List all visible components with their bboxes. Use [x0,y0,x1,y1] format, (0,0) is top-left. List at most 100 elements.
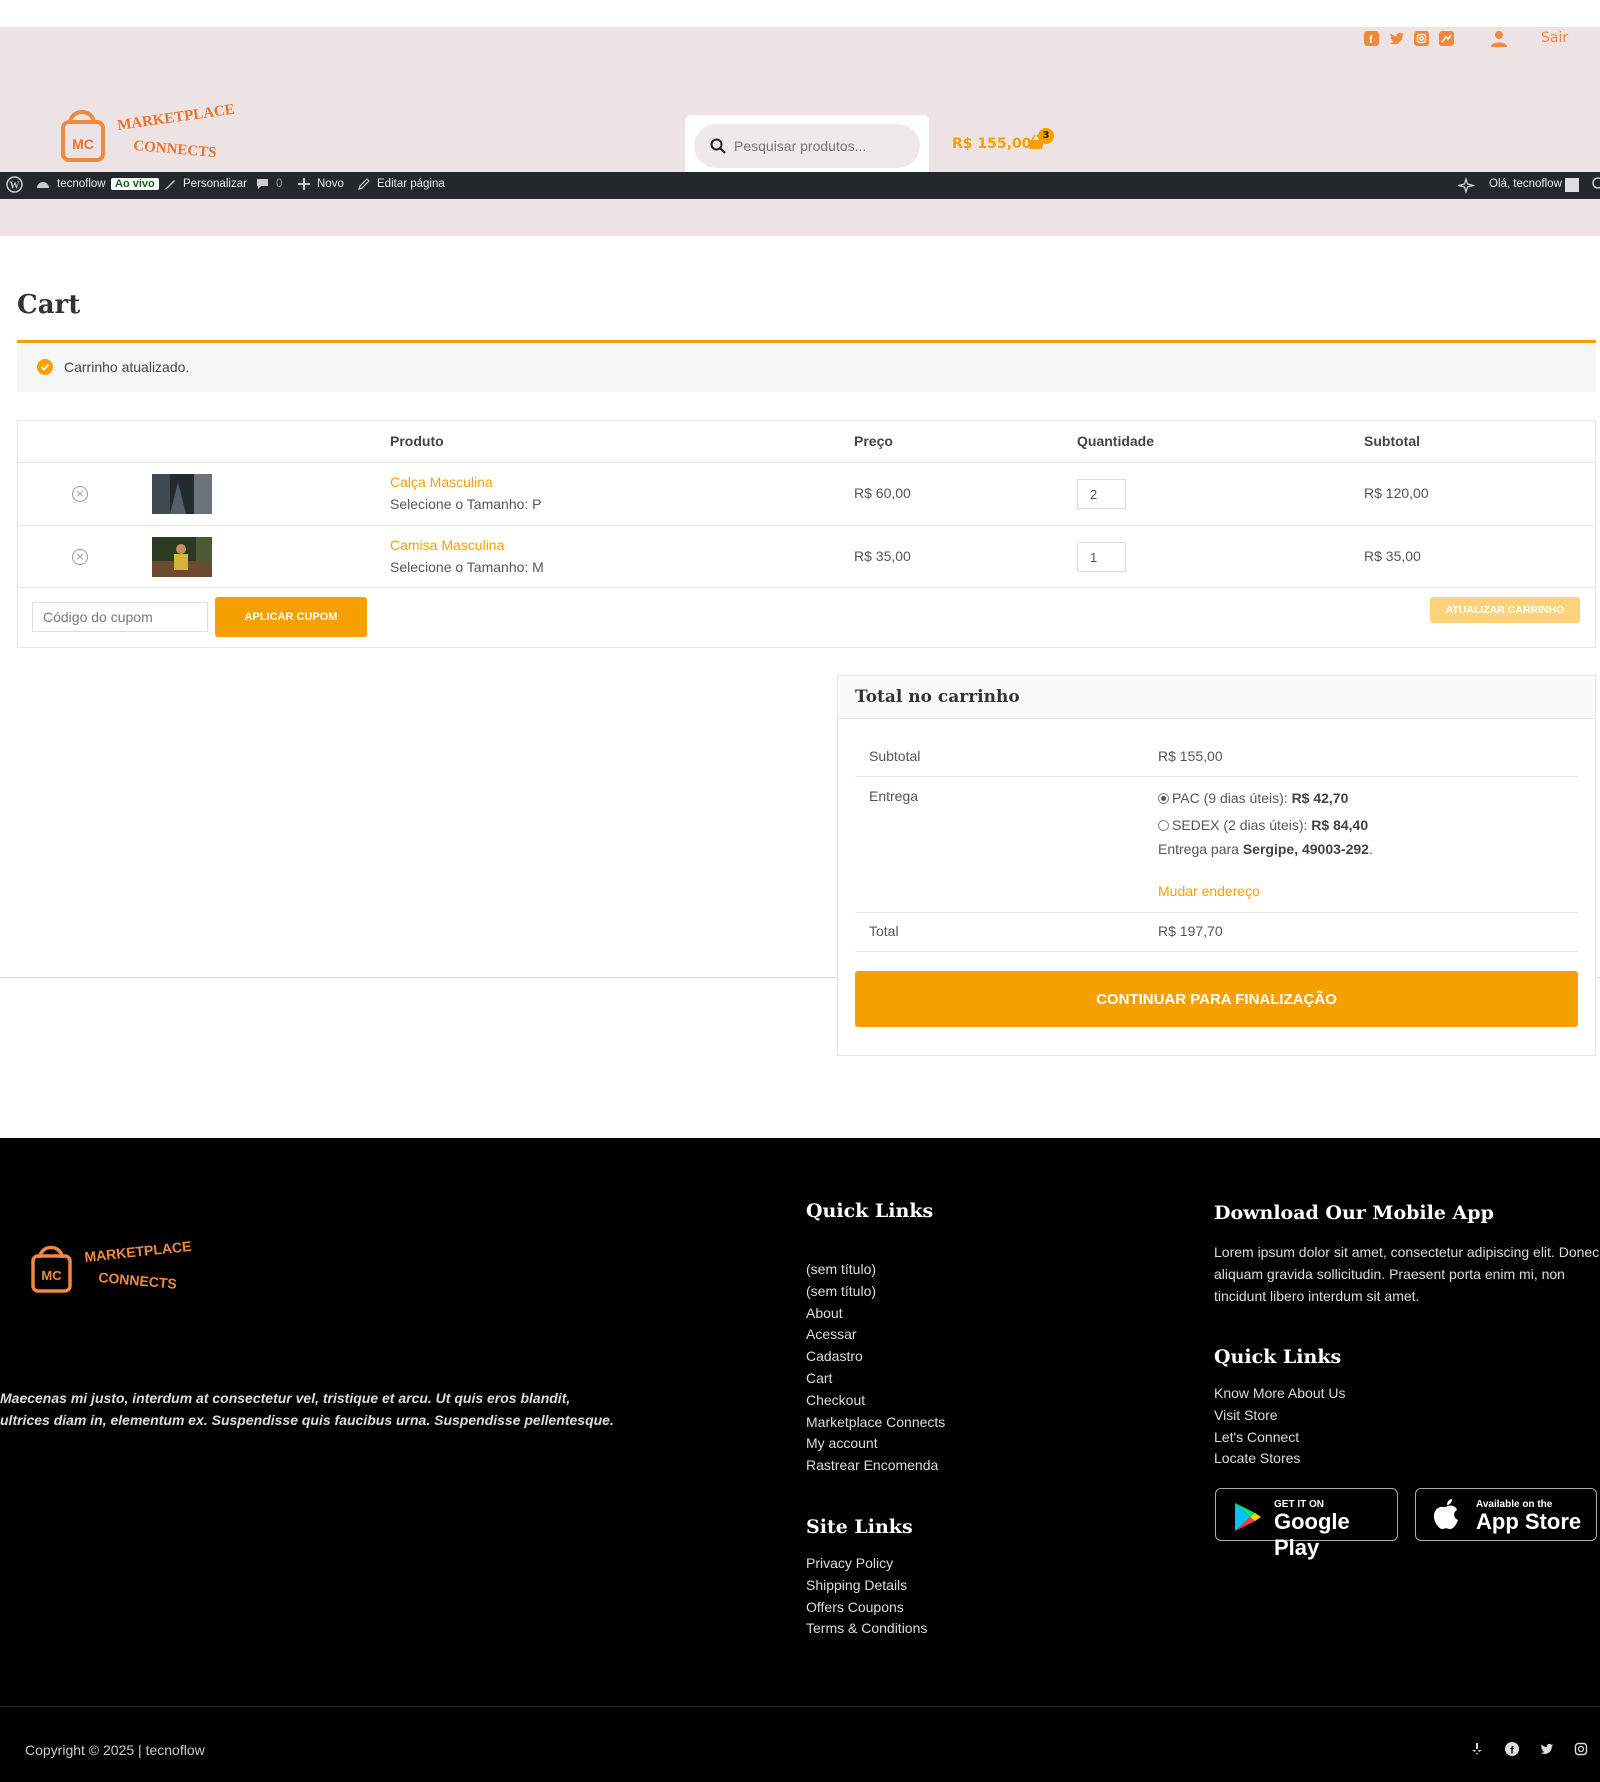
col-subtotal: Subtotal [1364,433,1420,449]
footer-logo-mark: MC [41,1268,62,1283]
search-icon[interactable] [710,138,726,158]
quick-link[interactable]: Checkout [806,1390,945,1412]
quick-link[interactable]: Acessar [806,1324,945,1346]
quick-link[interactable]: Cart [806,1368,945,1390]
remove-item-icon[interactable]: × [72,549,88,565]
shipping-option-sedex[interactable]: SEDEX (2 dias úteis): R$ 84,40 [1158,817,1368,833]
product-price: R$ 35,00 [854,548,911,564]
plus-icon[interactable] [298,178,310,191]
quick-link[interactable]: Marketplace Connects [806,1412,945,1434]
product-thumbnail[interactable] [152,474,212,514]
admin-greeting[interactable]: Olá, tecnoflow [1489,178,1562,190]
live-badge: Ao vivo [111,178,159,190]
admin-new[interactable]: Novo [317,178,344,190]
google-play-big: Google Play [1274,1509,1350,1560]
dashboard-icon [36,178,50,192]
app-store-button[interactable]: Available on the App Store [1415,1488,1597,1541]
app-title: Download Our Mobile App [1214,1202,1494,1224]
table-row: × Camisa Masculina Selecione o Tamanho: … [18,525,1595,588]
quick-link[interactable]: Rastrear Encomenda [806,1455,945,1477]
totals-separator [855,951,1578,952]
quick-link[interactable]: Know More About Us [1214,1383,1346,1405]
quick-link[interactable]: Let's Connect [1214,1427,1346,1449]
admin-site-name[interactable]: tecnoflow [57,178,106,190]
facebook-icon[interactable]: f [1364,31,1379,46]
quick-link[interactable]: Cadastro [806,1346,945,1368]
product-thumbnail[interactable] [152,537,212,577]
twitter-icon[interactable] [1389,31,1405,46]
wordpress-icon[interactable]: W [6,176,23,194]
product-variation: Selecione o Tamanho: P [390,496,542,512]
yelp-icon[interactable] [1470,1742,1484,1756]
site-link[interactable]: Privacy Policy [806,1553,927,1575]
product-subtotal: R$ 35,00 [1364,548,1421,564]
header-cart-total[interactable]: R$ 155,00 [952,136,1031,152]
admin-search-icon[interactable] [1591,177,1600,192]
admin-edit-page[interactable]: Editar página [377,178,445,190]
quick-link[interactable]: My account [806,1433,945,1455]
quantity-input[interactable] [1077,542,1126,572]
quick-link[interactable]: Visit Store [1214,1405,1346,1427]
footer-logo[interactable]: MC MARKETPLACE CONNECTS [30,1238,200,1306]
dest-value: Sergipe, 49003-292 [1242,841,1369,857]
pac-label: PAC (9 dias úteis): [1172,790,1292,806]
quick-links-title: Quick Links [806,1200,934,1222]
search-box [694,124,920,168]
remove-item-icon[interactable]: × [72,486,88,502]
svg-text:f: f [1369,34,1373,46]
comment-icon[interactable] [256,178,269,191]
site-link[interactable]: Terms & Conditions [806,1618,927,1640]
quick-links2-title: Quick Links [1214,1346,1342,1368]
apply-coupon-button[interactable]: APLICAR CUPOM [215,597,367,637]
col-quantity: Quantidade [1077,433,1155,449]
admin-avatar[interactable] [1565,178,1579,192]
coupon-code-input[interactable] [32,602,208,632]
cart-totals-header: Total no carrinho [838,676,1595,719]
site-link[interactable]: Shipping Details [806,1575,927,1597]
site-links-title: Site Links [806,1516,913,1538]
change-address-text[interactable]: Mudar endereço [1158,883,1260,899]
site-logo[interactable]: MC MARKETPLACE CONNECTS [58,102,238,174]
quick-link[interactable]: (sem título) [806,1259,945,1281]
totals-separator [855,912,1578,913]
quick-links-list: (sem título) (sem título) About Acessar … [806,1259,945,1477]
instagram-icon[interactable] [1414,31,1429,46]
product-name-link[interactable]: Calça Masculina [390,474,493,490]
footer-facebook-icon[interactable]: f [1505,1742,1519,1757]
update-cart-button[interactable]: ATUALIZAR CARRINHO [1430,597,1580,623]
site-link[interactable]: Offers Coupons [806,1597,927,1619]
logout-link[interactable]: Sair [1541,30,1568,46]
dest-suffix: . [1368,841,1373,857]
shipping-option-pac[interactable]: PAC (9 dias úteis): R$ 42,70 [1158,790,1348,806]
cart-table: Produto Preço Quantidade Subtotal × Calç… [17,420,1596,648]
apple-icon [1432,1498,1460,1535]
quantity-input[interactable] [1077,479,1126,509]
site-links-list: Privacy Policy Shipping Details Offers C… [806,1553,927,1640]
footer-instagram-icon[interactable] [1574,1742,1588,1756]
dest-prefix: Entrega para [1158,841,1243,857]
quick-link[interactable]: (sem título) [806,1281,945,1303]
sparkle-icon[interactable] [1456,176,1476,195]
proceed-to-checkout-button[interactable]: CONTINUAR PARA FINALIZAÇÃO [855,971,1578,1027]
footer-description: Maecenas mi justo, interdum at consectet… [0,1390,614,1428]
sedex-label: SEDEX (2 dias úteis): [1172,817,1312,833]
quick-link[interactable]: Locate Stores [1214,1448,1346,1470]
quick-links2-list: Know More About Us Visit Store Let's Con… [1214,1383,1346,1470]
radio-selected[interactable] [1158,793,1169,804]
flickr-icon[interactable] [1439,31,1454,46]
logo-mark: MC [72,136,94,152]
footer-twitter-icon[interactable] [1540,1742,1554,1756]
copyright: Copyright © 2025 | tecnoflow [25,1742,205,1758]
radio-unselected[interactable] [1158,820,1169,831]
product-name-link[interactable]: Camisa Masculina [390,537,504,553]
change-address-link[interactable]: Mudar endereço [1158,883,1260,899]
admin-comments-count[interactable]: 0 [276,178,282,190]
admin-customize[interactable]: Personalizar [183,178,247,190]
google-play-button[interactable]: GET IT ON Google Play [1215,1488,1398,1560]
search-input[interactable] [734,124,914,168]
product-price: R$ 60,00 [854,485,911,501]
quick-link[interactable]: About [806,1303,945,1325]
total-value: R$ 197,70 [1158,923,1223,939]
wp-admin-bar: W tecnoflow Ao vivo Personalizar 0 Novo … [0,172,1600,199]
user-icon[interactable] [1491,30,1507,51]
